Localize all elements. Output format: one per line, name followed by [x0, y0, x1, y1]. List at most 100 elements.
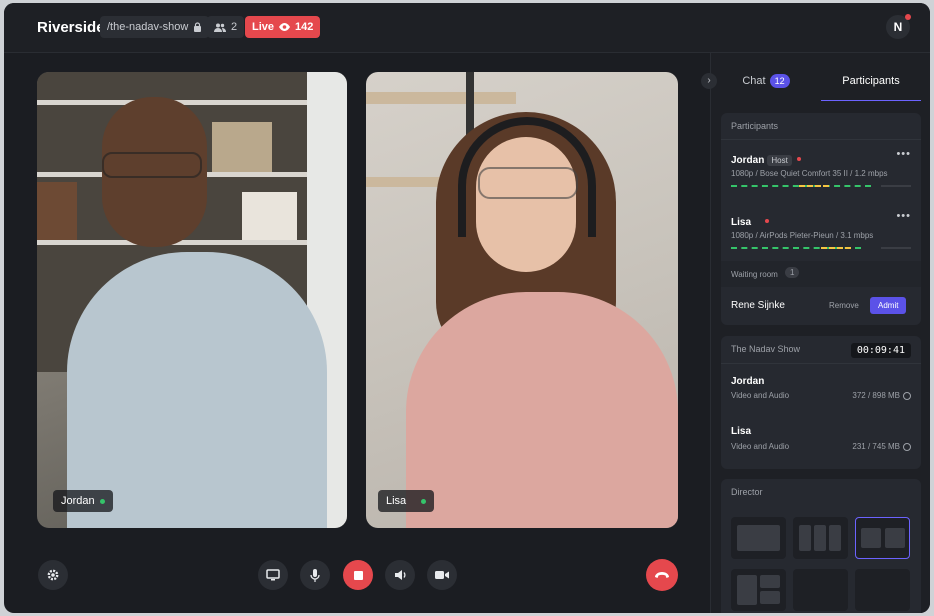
- layout-option-grid[interactable]: [731, 569, 786, 611]
- layout-block: [737, 525, 780, 551]
- track-upload-size: 231 / 745 MB: [852, 442, 911, 451]
- collapse-panel-button[interactable]: ›: [701, 73, 717, 89]
- tab-chat[interactable]: Chat 12: [711, 53, 821, 101]
- participant-row[interactable]: Lisa: [731, 212, 911, 230]
- tab-participants-label: Participants: [842, 75, 900, 87]
- settings-button[interactable]: [38, 560, 68, 590]
- more-options-icon[interactable]: •••: [896, 210, 911, 222]
- divider: [721, 363, 921, 364]
- layout-block: [760, 575, 780, 588]
- track-type: Video and Audio: [731, 442, 790, 451]
- nametag-label: Lisa: [386, 495, 407, 507]
- screen-share-button[interactable]: [258, 560, 288, 590]
- layout-option[interactable]: [855, 569, 910, 611]
- viewer-count: 142: [295, 21, 314, 33]
- glasses: [478, 167, 578, 199]
- layout-option-single[interactable]: [731, 517, 786, 559]
- stop-icon: [353, 570, 363, 580]
- track-name: Lisa: [731, 426, 752, 437]
- hang-up-icon: [655, 572, 669, 578]
- layout-block: [737, 575, 757, 605]
- track-name: Jordan: [731, 376, 765, 387]
- track-type: Video and Audio: [731, 391, 790, 400]
- speaker-button[interactable]: [385, 560, 415, 590]
- info-icon[interactable]: [903, 442, 911, 451]
- end-call-button[interactable]: [646, 559, 678, 591]
- gear-icon: [47, 569, 59, 581]
- online-indicator: [421, 498, 427, 504]
- participants-header: Participants: [731, 121, 779, 131]
- tab-chat-label: Chat: [742, 75, 766, 87]
- layout-block: [814, 525, 826, 551]
- eye-icon: [279, 23, 291, 31]
- participant-detail: 1080p / AirPods Pieter-Pieun / 3.1 mbps: [731, 231, 874, 240]
- people-icon: [214, 23, 226, 32]
- nametag-lisa: Lisa: [378, 490, 435, 512]
- track-size-label: 231 / 745 MB: [852, 442, 900, 451]
- chat-count-badge: 12: [769, 74, 790, 88]
- recording-indicator: [796, 156, 801, 161]
- recording-card: The Nadav Show 00:09:41 Jordan Video and…: [721, 336, 921, 469]
- online-indicator: [99, 498, 105, 504]
- layout-block: [799, 525, 811, 551]
- director-card: Director: [721, 479, 921, 613]
- audio-level-peak: [799, 185, 829, 187]
- nametag-jordan: Jordan: [53, 490, 113, 512]
- layout-option-three-columns[interactable]: [793, 517, 848, 559]
- director-label: Director: [731, 487, 763, 497]
- remove-button[interactable]: Remove: [829, 301, 859, 310]
- books: [37, 182, 77, 240]
- video-tile-jordan[interactable]: Jordan: [37, 72, 347, 528]
- divider: [721, 139, 921, 140]
- recording-indicator: [765, 218, 770, 223]
- waiting-room-label: Waiting room: [731, 270, 778, 279]
- track-size-label: 372 / 898 MB: [852, 391, 900, 400]
- chevron-right-icon: ›: [707, 75, 711, 86]
- top-bar: Riverside /the-nadav-show 2 Live 142 N: [4, 3, 930, 53]
- record-stop-button[interactable]: [343, 560, 373, 590]
- admit-button[interactable]: Admit: [870, 297, 907, 314]
- mic-button[interactable]: [300, 560, 330, 590]
- books: [242, 192, 297, 240]
- participant-detail: 1080p / Bose Quiet Comfort 35 II / 1.2 m…: [731, 169, 888, 178]
- participant-row[interactable]: Jordan Host: [731, 150, 911, 168]
- avatar-initial: N: [893, 20, 903, 34]
- track-upload-size: 372 / 898 MB: [852, 391, 911, 400]
- layout-block: [760, 591, 780, 604]
- microphone-icon: [310, 569, 320, 582]
- people-count-chip[interactable]: 2: [207, 16, 245, 38]
- notification-dot: [905, 14, 911, 20]
- studio-slug[interactable]: /the-nadav-show: [100, 16, 210, 38]
- camera-button[interactable]: [427, 560, 457, 590]
- people-count: 2: [231, 21, 238, 33]
- avatar[interactable]: N: [886, 14, 911, 39]
- person-lisa-body: [406, 292, 678, 528]
- waiting-person-name: Rene Sijnke: [731, 300, 785, 311]
- live-badge[interactable]: Live 142: [245, 16, 321, 38]
- host-badge: Host: [767, 155, 792, 166]
- nametag-label: Jordan: [61, 495, 95, 507]
- layout-block: [861, 528, 881, 548]
- audio-level-track: [881, 185, 911, 187]
- glasses: [102, 152, 202, 178]
- layout-block: [829, 525, 841, 551]
- participant-name: Lisa: [731, 217, 752, 228]
- waiting-room-count: 1: [785, 267, 800, 278]
- layout-option[interactable]: [793, 569, 848, 611]
- waiting-room-section: Waiting room 1: [721, 261, 921, 287]
- speaker-icon: [394, 570, 406, 580]
- books: [212, 122, 272, 172]
- participant-name: Jordan: [731, 155, 765, 166]
- camera-icon: [435, 571, 449, 579]
- video-tile-lisa[interactable]: Lisa: [366, 72, 678, 528]
- monitor-icon: [266, 569, 280, 581]
- lock-icon: [194, 22, 202, 32]
- tab-participants[interactable]: Participants: [821, 53, 921, 101]
- layout-option-side-by-side[interactable]: [855, 517, 910, 559]
- audio-level-peak: [821, 247, 851, 249]
- side-panel: Chat 12 Participants Participants Jordan H…: [710, 53, 930, 613]
- more-options-icon[interactable]: •••: [896, 148, 911, 160]
- brand-logo: Riverside: [37, 19, 105, 36]
- info-icon[interactable]: [903, 391, 911, 400]
- app-window: Riverside /the-nadav-show 2 Live 142 N J…: [4, 3, 930, 613]
